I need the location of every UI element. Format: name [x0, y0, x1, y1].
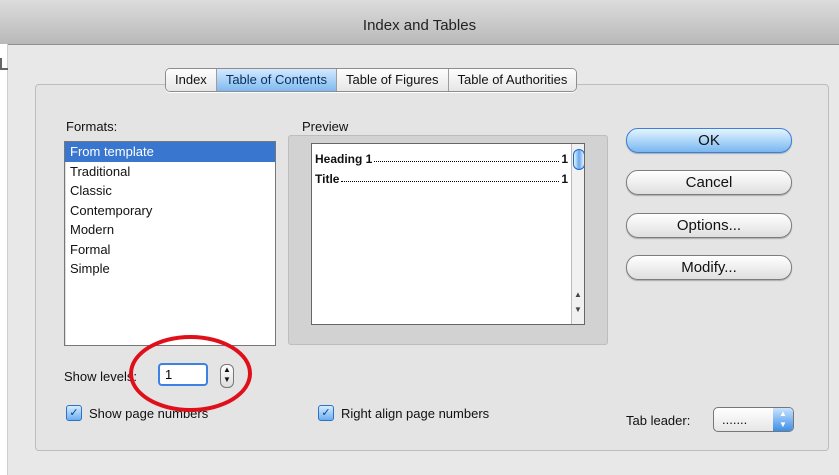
formats-list[interactable]: From template Traditional Classic Contem… — [64, 141, 276, 346]
tab-table-of-contents[interactable]: Table of Contents — [216, 69, 337, 91]
format-item-contemporary[interactable]: Contemporary — [65, 201, 275, 221]
stepper-up-icon[interactable]: ▲ — [221, 365, 233, 375]
formats-label: Formats: — [66, 119, 118, 134]
tab-leader-label: Tab leader: — [626, 413, 691, 428]
tab-leader-value: ....... — [722, 412, 748, 427]
preview-entry-heading: Heading 1 1 — [315, 152, 568, 166]
tab-index[interactable]: Index — [166, 69, 217, 91]
preview-entry-title: Title 1 — [315, 172, 568, 186]
modify-button[interactable]: Modify... — [626, 255, 792, 280]
tab-table-of-figures[interactable]: Table of Figures — [337, 69, 449, 91]
format-item-modern[interactable]: Modern — [65, 220, 275, 240]
format-item-from-template[interactable]: From template — [65, 142, 275, 162]
preview-entry-heading-page: 1 — [561, 152, 568, 166]
show-levels-input[interactable] — [158, 363, 208, 386]
options-button[interactable]: Options... — [626, 213, 792, 238]
show-levels-label: Show levels: — [64, 369, 137, 384]
preview-box: Heading 1 1 Title 1 ▲ ▼ — [311, 143, 585, 325]
cancel-button[interactable]: Cancel — [626, 170, 792, 195]
right-align-page-numbers-checkbox[interactable]: ✓ — [318, 405, 334, 421]
title-bar: Index and Tables — [0, 0, 839, 45]
preview-entry-title-page: 1 — [561, 172, 568, 186]
show-levels-stepper[interactable]: ▲ ▼ — [220, 364, 234, 388]
format-item-traditional[interactable]: Traditional — [65, 162, 275, 182]
background-document-edge — [0, 44, 8, 475]
window-title: Index and Tables — [362, 17, 477, 34]
preview-scrollbar[interactable]: ▲ ▼ — [571, 144, 584, 324]
dot-leader — [374, 152, 560, 162]
preview-entry-heading-text: Heading 1 — [315, 152, 373, 166]
preview-label: Preview — [302, 119, 349, 134]
preview-entry-title-text: Title — [315, 172, 340, 186]
format-item-classic[interactable]: Classic — [65, 181, 275, 201]
show-page-numbers-checkbox[interactable]: ✓ — [66, 405, 82, 421]
scroll-down-arrow-icon[interactable]: ▼ — [573, 304, 583, 316]
scroll-up-arrow-icon[interactable]: ▲ — [573, 289, 583, 301]
ok-button[interactable]: OK — [626, 128, 792, 153]
stepper-down-icon[interactable]: ▼ — [221, 375, 233, 385]
dot-leader — [341, 172, 560, 182]
show-page-numbers-label: Show page numbers — [89, 406, 209, 421]
text-cursor-mark — [0, 58, 8, 70]
tab-leader-select[interactable]: ....... ▲ ▼ — [713, 407, 794, 432]
format-item-simple[interactable]: Simple — [65, 259, 275, 279]
format-item-formal[interactable]: Formal — [65, 240, 275, 260]
tab-table-of-authorities[interactable]: Table of Authorities — [448, 69, 577, 91]
right-align-page-numbers-label: Right align page numbers — [341, 406, 490, 421]
select-arrows-icon[interactable]: ▲ ▼ — [773, 408, 793, 431]
tab-bar: Index Table of Contents Table of Figures… — [165, 68, 578, 92]
scroll-thumb[interactable] — [573, 149, 584, 170]
